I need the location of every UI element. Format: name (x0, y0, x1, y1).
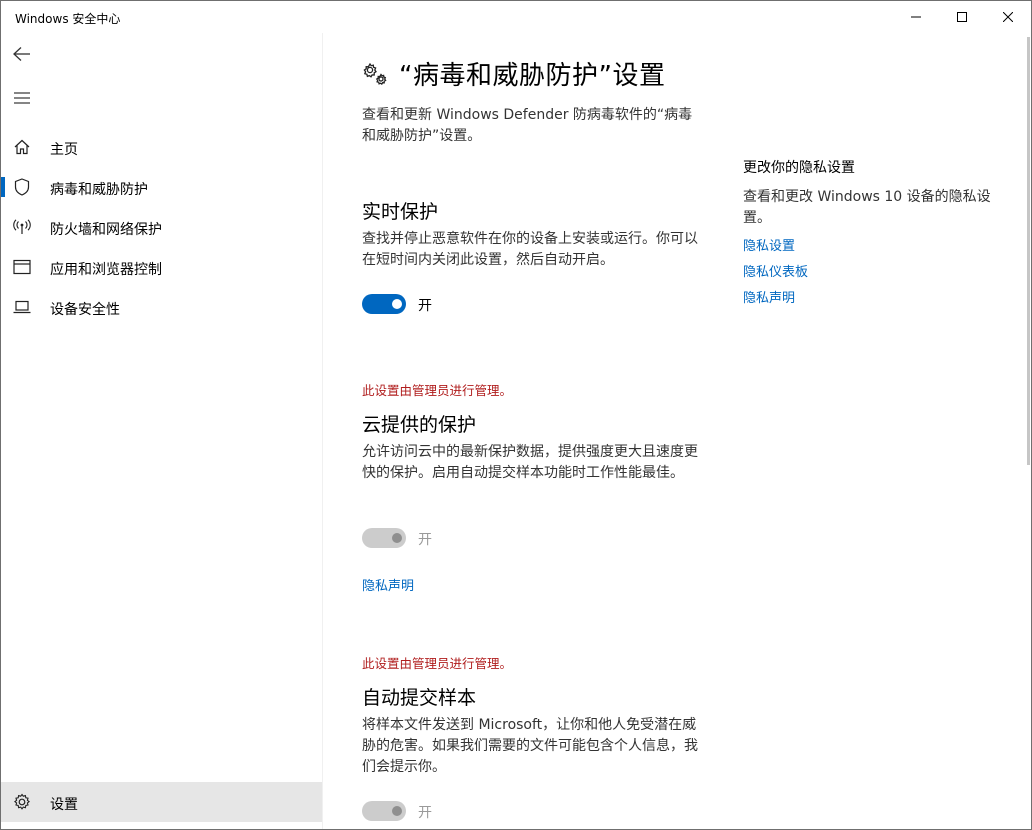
minimize-icon (911, 16, 921, 18)
privacy-dashboard-link[interactable]: 隐私仪表板 (743, 261, 808, 280)
toggle-knob (392, 806, 402, 816)
sidebar-item-label: 防火墙和网络保护 (50, 222, 162, 238)
close-icon (1003, 12, 1013, 22)
sample-managed-notice: 此设置由管理员进行管理。 (362, 656, 513, 671)
shield-icon (13, 178, 31, 196)
sidebar-item-settings[interactable]: 设置 (1, 782, 322, 822)
sidebar-item-firewall[interactable]: 防火墙和网络保护 (1, 207, 322, 247)
sidebar-item-label: 病毒和威胁防护 (50, 182, 148, 198)
back-button[interactable] (5, 39, 39, 69)
sidebar-item-label: 设备安全性 (50, 302, 120, 318)
page-title: “病毒和威胁防护”设置 (399, 61, 666, 91)
privacy-panel-description: 查看和更改 Windows 10 设备的隐私设置。 (743, 189, 991, 226)
sidebar-item-label: 主页 (50, 142, 78, 158)
privacy-settings-link[interactable]: 隐私设置 (743, 235, 795, 254)
privacy-statement-link[interactable]: 隐私声明 (743, 287, 795, 306)
home-icon (13, 138, 31, 156)
antenna-icon (13, 218, 31, 236)
sidebar-item-label: 应用和浏览器控制 (50, 262, 162, 278)
sidebar-settings-label: 设置 (50, 797, 78, 813)
toggle-knob (392, 299, 402, 309)
cloud-privacy-statement-link[interactable]: 隐私声明 (362, 575, 414, 594)
app-window: Windows 安全中心 主页 病毒和威胁防护 防火墙和网络保护 应用和浏览器控… (0, 0, 1032, 830)
cloud-protection-description: 允许访问云中的最新保护数据，提供强度更大且速度更快的保护。启用自动提交样本功能时… (362, 444, 698, 481)
sidebar: 主页 病毒和威胁防护 防火墙和网络保护 应用和浏览器控制 设备安全性 设置 (1, 33, 323, 829)
cloud-managed-notice: 此设置由管理员进行管理。 (362, 383, 513, 398)
hamburger-icon (14, 92, 30, 104)
realtime-protection-toggle-label: 开 (418, 298, 432, 314)
sample-submission-title: 自动提交样本 (362, 687, 477, 709)
realtime-protection-description: 查找并停止恶意软件在你的设备上安装或运行。你可以在短时间内关闭此设置，然后自动开… (362, 231, 698, 268)
sample-submission-toggle (362, 801, 406, 821)
maximize-button[interactable] (939, 1, 985, 33)
cloud-protection-toggle (362, 528, 406, 548)
app-window-icon (13, 258, 31, 276)
gears-icon (361, 60, 389, 88)
sidebar-item-virus-protection[interactable]: 病毒和威胁防护 (1, 167, 322, 207)
close-button[interactable] (985, 1, 1031, 33)
cloud-protection-toggle-label: 开 (418, 532, 432, 548)
privacy-panel-title: 更改你的隐私设置 (743, 160, 855, 176)
sidebar-item-home[interactable]: 主页 (1, 127, 322, 167)
maximize-icon (957, 12, 967, 22)
laptop-icon (13, 298, 31, 316)
page-header: “病毒和威胁防护”设置 (361, 55, 665, 92)
page-description: 查看和更新 Windows Defender 防病毒软件的“病毒和威胁防护”设置… (362, 107, 693, 144)
gear-icon (13, 793, 31, 811)
sidebar-item-app-browser[interactable]: 应用和浏览器控制 (1, 247, 322, 287)
window-title: Windows 安全中心 (15, 12, 121, 26)
realtime-protection-title: 实时保护 (362, 201, 439, 223)
hamburger-menu-button[interactable] (5, 83, 39, 113)
realtime-protection-toggle[interactable] (362, 294, 406, 314)
selection-indicator (1, 177, 5, 197)
main-content: “病毒和威胁防护”设置 查看和更新 Windows Defender 防病毒软件… (323, 33, 1031, 829)
toggle-knob (392, 533, 402, 543)
cloud-protection-title: 云提供的保护 (362, 414, 477, 436)
title-bar: Windows 安全中心 (1, 1, 1031, 33)
back-arrow-icon (13, 47, 30, 61)
sidebar-item-device-security[interactable]: 设备安全性 (1, 287, 322, 327)
vertical-scrollbar[interactable] (1027, 37, 1030, 465)
sample-submission-toggle-label: 开 (418, 805, 432, 821)
minimize-button[interactable] (893, 1, 939, 33)
sample-submission-description: 将样本文件发送到 Microsoft，让你和他人免受潜在威胁的危害。如果我们需要… (362, 717, 698, 775)
